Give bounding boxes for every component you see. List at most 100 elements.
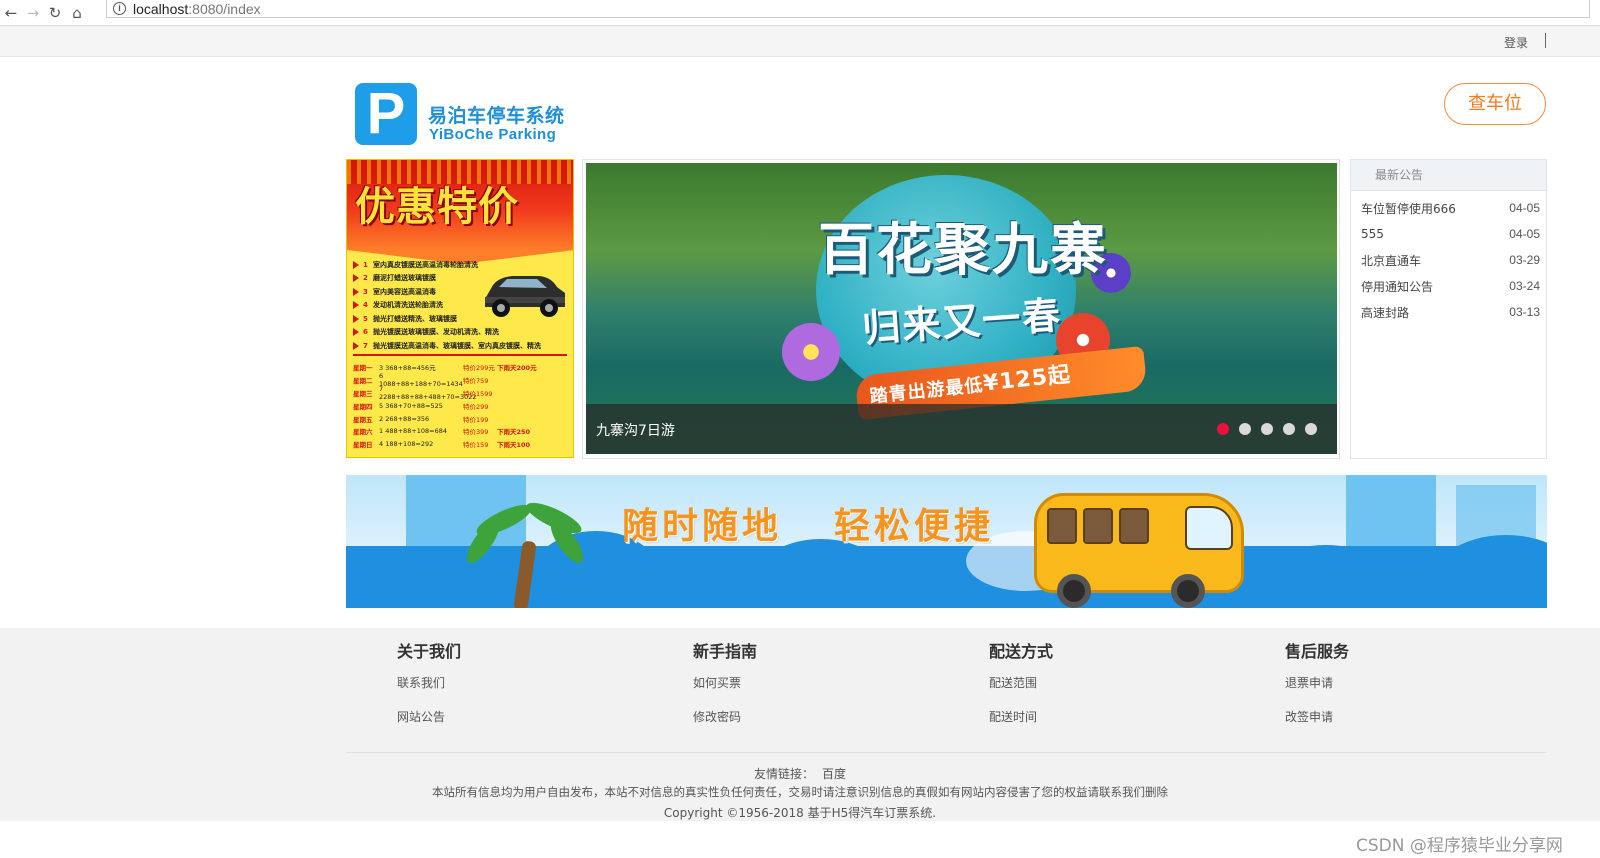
weekday: 星期三: [353, 389, 373, 398]
triangle-icon: [353, 301, 359, 310]
promo-item: 7 抛光镀膜送高温消毒、玻璃镀膜、室内真皮镀膜、精洗: [353, 339, 569, 353]
notice-item[interactable]: 北京直通车 03-29: [1351, 247, 1546, 273]
logo-icon[interactable]: P: [355, 83, 417, 145]
promo-price-row: 星期三 7 2288+88+88+488+70=3022 特价1599: [353, 385, 569, 401]
special-price: 特价1599: [463, 389, 493, 398]
logo-title[interactable]: 易泊车停车系统: [428, 101, 565, 128]
weekday: 星期二: [353, 377, 373, 386]
formula: 1 488+88+108=684: [379, 427, 448, 436]
promo-price-table: 星期一 3 368+88=456元 特价299元 下雨天200元 星期二 6 1088+8…: [353, 361, 569, 451]
weekday: 星期日: [353, 441, 373, 450]
carousel-dot[interactable]: [1305, 423, 1317, 435]
promo-item-number: 6: [363, 328, 368, 337]
bus-window: [1047, 508, 1077, 544]
banner-slogan-2: 轻松便捷: [834, 506, 995, 547]
footer-link[interactable]: 如何买票: [693, 674, 757, 708]
top-strip: 登录: [0, 26, 1600, 57]
carousel-caption[interactable]: 九寨沟7日游: [596, 420, 675, 440]
notice-title[interactable]: 车位暂停使用666: [1361, 200, 1456, 217]
check-parking-button[interactable]: 查车位: [1444, 83, 1546, 125]
info-icon[interactable]: i: [113, 2, 126, 15]
promo-item-text: 室内美容送高温消毒: [373, 287, 436, 296]
promo-poster[interactable]: 优惠特价 1 室内真皮镀膜送高温消毒轮胎清洗 2 磨泥打蜡送玻璃镀膜 3 室内美容送高温消…: [346, 159, 574, 458]
footer: 关于我们 联系我们 网站公告 新手指南如何买票 修改密码 配送方式配送范围 配送时间 售后服务…: [0, 628, 1600, 821]
back-icon[interactable]: ←: [0, 3, 22, 23]
car-image: [485, 276, 565, 317]
promo-item-number: 5: [363, 314, 368, 323]
url-path: :8080/index: [188, 0, 261, 17]
promo-title: 优惠特价: [355, 183, 519, 230]
footer-column: 配送方式配送范围 配送时间: [989, 638, 1053, 742]
address-bar[interactable]: i localhost:8080/index: [106, 0, 1590, 18]
special-price: 特价759: [463, 377, 489, 386]
notice-item[interactable]: 车位暂停使用666 04-05: [1351, 195, 1546, 221]
notice-title[interactable]: 高速封路: [1361, 304, 1409, 321]
footer-link[interactable]: 退票申请: [1285, 674, 1349, 708]
notice-item[interactable]: 停用通知公告 03-24: [1351, 273, 1546, 299]
footer-column-title: 配送方式: [989, 642, 1054, 661]
formula: 2 268+88=356: [379, 414, 430, 423]
special-price: 特价199: [463, 415, 489, 424]
carousel-caption-bar: 九寨沟7日游: [586, 404, 1337, 454]
notice-title[interactable]: 555: [1361, 227, 1384, 241]
bus-icon: [1034, 493, 1244, 608]
weekday: 星期六: [353, 428, 373, 437]
footer-link[interactable]: 修改密码: [693, 708, 757, 742]
carousel-dot[interactable]: [1261, 423, 1273, 435]
notice-date: 03-13: [1509, 305, 1540, 319]
bus-window: [1083, 508, 1113, 544]
triangle-icon: [353, 287, 359, 296]
footer-link[interactable]: 配送时间: [989, 708, 1053, 742]
forward-icon[interactable]: →: [22, 3, 44, 23]
footer-link[interactable]: 配送范围: [989, 674, 1053, 708]
notice-item[interactable]: 高速封路 03-13: [1351, 299, 1546, 325]
friend-link-baidu[interactable]: 百度: [822, 767, 846, 781]
home-icon[interactable]: ⌂: [66, 3, 88, 23]
formula: 7 2288+88+88+488+70=3022: [379, 385, 477, 401]
carousel-dot[interactable]: [1283, 423, 1295, 435]
formula: 4 188+108=292: [379, 440, 434, 449]
triangle-icon: [353, 274, 359, 283]
promo-item-number: 2: [363, 274, 368, 283]
promo-banner[interactable]: 随时随地 轻松便捷: [346, 475, 1547, 608]
carousel-dot[interactable]: [1217, 423, 1229, 435]
carousel[interactable]: 百花聚九寨 归来又一春 踏青出游最低¥125起 九寨沟7日游: [586, 163, 1337, 454]
triangle-icon: [353, 328, 359, 337]
footer-link[interactable]: 联系我们: [397, 674, 461, 708]
notice-title[interactable]: 北京直通车: [1361, 252, 1421, 269]
friend-links: 友情链接： 百度: [0, 765, 1600, 782]
rain-price: 下雨天200元: [497, 364, 537, 373]
promo-item-text: 室内真皮镀膜送高温消毒轮胎清洗: [373, 260, 478, 269]
logo-subtitle[interactable]: YiBoChe Parking: [429, 126, 556, 143]
wheel: [1057, 574, 1091, 608]
wheel: [1171, 574, 1205, 608]
promo-item-text: 发动机清洗送轮胎清洗: [373, 301, 443, 310]
notice-item[interactable]: 555 04-05: [1351, 221, 1546, 247]
footer-link[interactable]: 改签申请: [1285, 708, 1349, 742]
footer-column-title: 售后服务: [1285, 642, 1350, 661]
weekday: 星期五: [353, 415, 373, 424]
promo-item-number: 1: [363, 260, 368, 269]
divider: [346, 752, 1547, 753]
notice-title[interactable]: 停用通知公告: [1361, 278, 1433, 295]
footer-column-title: 新手指南: [693, 642, 758, 661]
notice-list: 车位暂停使用666 04-05 555 04-05 北京直通车 03-29 停用通知公告 03…: [1351, 195, 1546, 325]
promo-item-text: 抛光镀膜送玻璃镀膜、发动机清洗、精洗: [373, 328, 499, 337]
footer-column: 关于我们 联系我们 网站公告: [397, 638, 461, 742]
bus-window: [1119, 508, 1149, 544]
notice-date: 04-05: [1509, 227, 1540, 241]
footer-link[interactable]: 网站公告: [397, 708, 461, 742]
weekday: 星期四: [353, 402, 373, 411]
notice-panel: 最新公告 车位暂停使用666 04-05 555 04-05 北京直通车 03-29 停用通…: [1350, 159, 1547, 459]
promo-price-row: 星期四 5 368+70+88=525 特价299: [353, 399, 569, 412]
carousel-dots: [1217, 423, 1317, 435]
special-price: 特价399: [463, 428, 489, 437]
rain-price: 下雨天100: [497, 441, 531, 450]
promo-item-number: 3: [363, 287, 368, 296]
carousel-headline: 百花聚九寨: [818, 218, 1108, 283]
login-link[interactable]: 登录: [1504, 34, 1528, 51]
carousel-dot[interactable]: [1239, 423, 1251, 435]
watermark: CSDN @程序猿毕业分享网: [1356, 836, 1563, 856]
reload-icon[interactable]: ↻: [44, 3, 66, 23]
promo-item: 6 抛光镀膜送玻璃镀膜、发动机清洗、精洗: [353, 326, 569, 340]
